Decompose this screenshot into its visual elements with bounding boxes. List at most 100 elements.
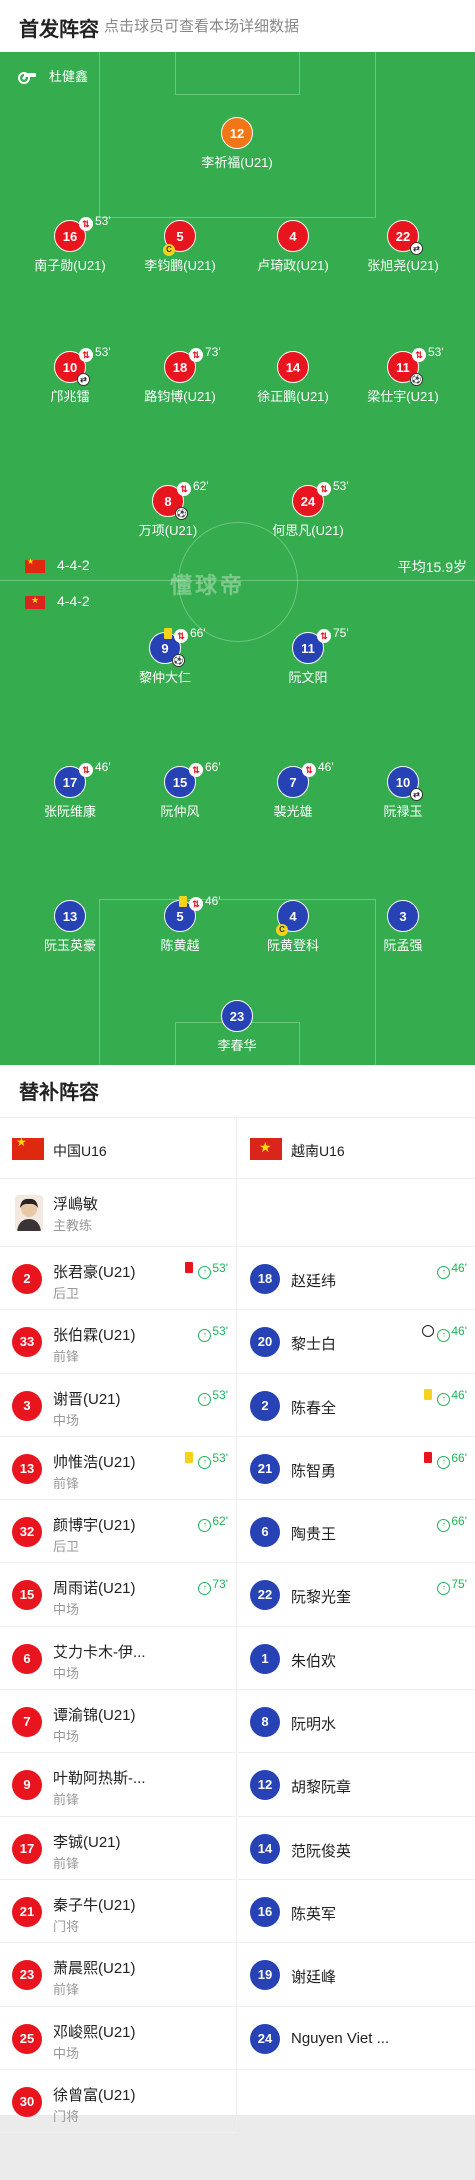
bench-events: ↑ 46'	[424, 1388, 467, 1406]
coach-row[interactable]: 浮嶋敏 主教练	[0, 1179, 236, 1247]
yellow-card-icon	[164, 628, 172, 639]
bench-number: 2	[12, 1264, 42, 1294]
bench-player-row[interactable]: 21 陈智勇 ↑ 66'	[238, 1437, 475, 1501]
bench-player-row[interactable]: 6 艾力卡木-伊... 中场	[0, 1627, 236, 1691]
home-player[interactable]: 8 ⇅ 62' ⚽ 万项(U21)	[98, 479, 238, 539]
yellow-card-icon	[185, 1451, 194, 1463]
bench-number: 2	[250, 1390, 280, 1421]
substitution-minute: 46'	[95, 760, 111, 774]
bench-player-row[interactable]: 19 谢廷峰	[238, 1943, 475, 2007]
player-number: 14	[277, 351, 309, 383]
bench-player-position: 后卫	[53, 1286, 80, 1301]
home-player[interactable]: 11 ⇅ 53' ⚽ 梁仕宇(U21)	[333, 345, 473, 405]
sub-in-icon: ↑	[437, 1329, 451, 1343]
away-player[interactable]: 23 李春华	[167, 1000, 307, 1054]
bench-number: 6	[12, 1643, 42, 1674]
player-number: 12	[221, 117, 253, 149]
player-number: 10 ⇄	[387, 766, 423, 801]
bench-player-name: 周雨诺(U21)	[53, 1580, 136, 1598]
bench-number: 8	[250, 1707, 280, 1738]
bench-player-row[interactable]: 1 朱伯欢	[238, 1627, 475, 1691]
bench-player-row[interactable]: 13 帅惟浩(U21) 前锋 ↑ 53'	[0, 1437, 236, 1501]
bench-player-row[interactable]: 2 陈春全 ↑ 46'	[238, 1374, 475, 1437]
bench-player-row[interactable]: 8 阮明水	[238, 1690, 475, 1754]
captain-icon: C	[276, 924, 288, 936]
bench-number: 20	[250, 1327, 280, 1358]
player-number: 13	[54, 900, 86, 932]
home-team-header: 中国U16	[0, 1117, 236, 1179]
bench-number: 25	[12, 2023, 42, 2054]
away-player[interactable]: 10 ⇄ 阮禄玉	[333, 766, 473, 820]
bench-player-row[interactable]: 25 邓峻熙(U21) 中场	[0, 2007, 236, 2070]
away-player[interactable]: 3 阮孟强	[333, 900, 473, 954]
sub-in-icon: ↑	[198, 1582, 212, 1596]
bench-player-row[interactable]: 22 阮黎光奎 ↑ 75'	[238, 1563, 475, 1627]
goal-icon	[422, 1325, 435, 1338]
player-number: 22 ⇄	[387, 220, 423, 255]
bench-player-row[interactable]: 32 颜博宇(U21) 后卫 ↑ 62'	[0, 1500, 236, 1564]
bench-player-row[interactable]: 16 陈英军	[238, 1880, 475, 1944]
sub-in-icon: ↑	[437, 1266, 451, 1279]
sub-in-icon: ↑	[437, 1392, 451, 1406]
bench-player-row[interactable]: 12 胡黎阮章	[238, 1753, 475, 1817]
bench-events: ↑ 53'	[198, 1388, 228, 1406]
substitution-icon: ⇅	[177, 482, 191, 496]
bench-player-position: 前锋	[53, 1855, 80, 1871]
bench-player-row[interactable]: 14 范阮俊英	[238, 1817, 475, 1880]
bench-player-row[interactable]: 24 Nguyen Viet ...	[238, 2007, 475, 2070]
substitution-minute: 46'	[318, 760, 334, 774]
sub-in-minute: 46'	[451, 1387, 467, 1402]
sub-in-icon: ↑	[198, 1455, 212, 1469]
bench-section: 替补阵容 中国U16 浮嶋敏 主教练 2张君豪(U21)后卫↑53'33张伯霖(…	[0, 1065, 475, 2134]
bench-player-row[interactable]: 9 叶勒阿热斯-... 前锋	[0, 1753, 236, 1817]
coach-avatar	[15, 1195, 43, 1231]
substitution-minute: 62'	[193, 479, 209, 493]
bench-player-name: 徐曾富(U21)	[53, 2086, 136, 2104]
home-player[interactable]: 22 ⇄ 张旭尧(U21)	[333, 220, 473, 274]
bench-number: 13	[12, 1453, 42, 1484]
home-player[interactable]: 12 李祈福(U21)	[167, 117, 307, 171]
bench-player-row[interactable]: 2 张君豪(U21) 后卫 ↑ 53'	[0, 1247, 236, 1311]
bench-player-name: 萧晨熙(U21)	[53, 1960, 136, 1978]
home-player[interactable]: 24 ⇅ 53' 何思凡(U21)	[238, 479, 378, 539]
player-number: 7 ⇅ 46'	[277, 760, 334, 798]
bench-player-row[interactable]: 21 秦子牛(U21) 门将	[0, 1880, 236, 1944]
bench-events: ↑ 46'	[437, 1261, 467, 1279]
bench-player-row[interactable]: 20 黎士白 ↑ 46'	[238, 1310, 475, 1374]
player-number: 15 ⇅ 66'	[164, 760, 221, 798]
bench-player-row[interactable]: 6 陶贵王 ↑ 66'	[238, 1500, 475, 1564]
away-player[interactable]: 9 ⇅ 66' ⚽ 黎仲大仁	[95, 626, 235, 686]
sub-in-icon: ↑	[198, 1329, 212, 1343]
bench-player-row[interactable]: 30 徐曾富(U21) 门将	[0, 2070, 236, 2134]
player-number: 17 ⇅ 46'	[54, 760, 111, 798]
bench-player-row[interactable]: 18 赵廷纬 ↑ 46'	[238, 1247, 475, 1311]
substitution-icon: ⇅	[189, 897, 203, 911]
bench-player-row[interactable]: 3 谢晋(U21) 中场 ↑ 53'	[0, 1374, 236, 1437]
player-number: 10 ⇅ 53' ⇄	[54, 345, 111, 386]
bench-number: 22	[250, 1580, 280, 1611]
bench-player-row[interactable]: 23 萧晨熙(U21) 前锋	[0, 1943, 236, 2007]
red-card-icon	[185, 1262, 194, 1273]
player-name: 张旭尧(U21)	[367, 258, 439, 273]
bench-player-name: 谢晋(U21)	[53, 1390, 121, 1408]
bench-player-row[interactable]: 15 周雨诺(U21) 中场 ↑ 73'	[0, 1563, 236, 1627]
red-card-icon	[424, 1451, 433, 1463]
bench-player-row[interactable]: 7 谭渝锦(U21) 中场	[0, 1690, 236, 1754]
bench-events: ↑ 62'	[198, 1514, 228, 1533]
home-formation: 4-4-2	[25, 557, 90, 573]
bench-number: 17	[12, 1833, 42, 1864]
player-number: 4C	[276, 900, 309, 936]
bench-player-name: 胡黎阮章	[291, 1779, 352, 1797]
bench-events: ↑ 73'	[198, 1577, 228, 1596]
bench-player-row[interactable]: 17 李铖(U21) 前锋	[0, 1817, 236, 1880]
bench-events: ↑ 66'	[437, 1514, 467, 1533]
coach-name: 浮嶋敏	[53, 1196, 99, 1213]
substitution-icon: ⇅	[412, 348, 426, 362]
bench-player-position: 中场	[53, 1665, 80, 1681]
bench-player-name: Nguyen Viet ...	[291, 2029, 390, 2047]
bench-player-row[interactable]: 33 张伯霖(U21) 前锋 ↑ 53'	[0, 1310, 236, 1374]
bench-player-position: 门将	[53, 1918, 80, 1934]
bench-events: ↑ 75'	[437, 1577, 467, 1596]
bench-player-name: 颜博宇(U21)	[53, 1517, 136, 1535]
away-player[interactable]: 11 ⇅ 75' 阮文阳	[238, 626, 378, 686]
